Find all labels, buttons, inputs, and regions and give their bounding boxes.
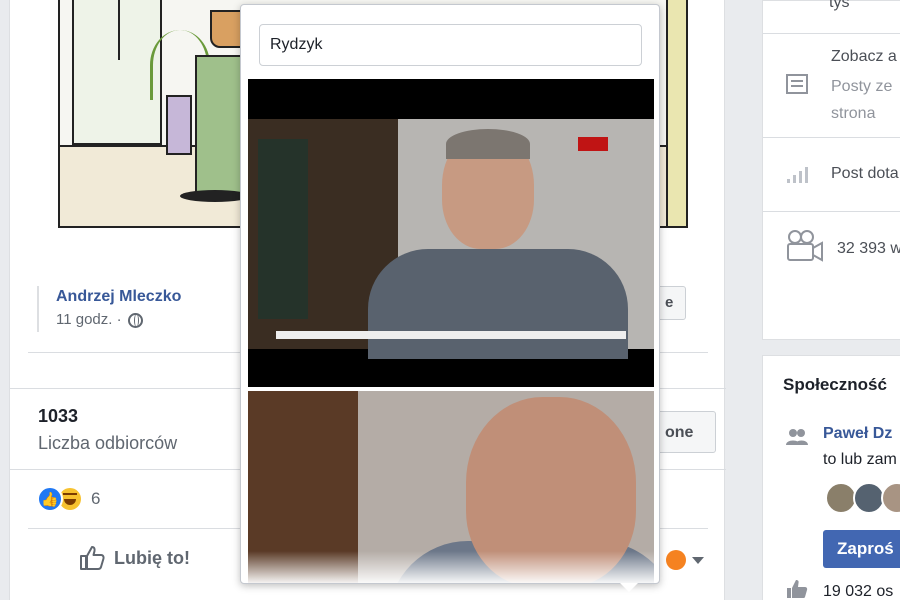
see-all-link[interactable]: Zobacz a	[831, 43, 897, 70]
comic-pedestal	[195, 55, 245, 200]
reaction-selector[interactable]	[666, 550, 704, 570]
comic-door	[72, 0, 162, 145]
like-reaction-icon: 👍	[37, 486, 63, 512]
video-views: 32 393 w	[837, 240, 900, 257]
followers-count: tys	[829, 0, 850, 11]
thumbs-up-icon	[80, 546, 105, 570]
people-icon	[785, 0, 809, 11]
signal-bars-icon	[785, 163, 809, 185]
friend-avatars	[825, 482, 900, 514]
divider	[763, 137, 900, 138]
divider	[763, 211, 900, 212]
post-stats-link[interactable]: Post dota	[831, 160, 899, 187]
posts-line-1: Posty ze	[831, 78, 893, 95]
friend-name-link[interactable]: Paweł Dz	[823, 420, 892, 447]
chevron-down-icon	[692, 556, 704, 564]
profile-dot-icon	[666, 550, 686, 570]
page-likes-count: 19 032 os	[823, 583, 894, 600]
page-info-card: tys Zobacz a Posty ze strona Post dota 3…	[762, 0, 900, 340]
like-button[interactable]: Lubię to!	[78, 544, 190, 572]
reach-label: Liczba odbiorców	[38, 433, 178, 453]
reactions-summary[interactable]: 👍 6	[37, 486, 100, 512]
globe-icon	[127, 312, 143, 328]
divider	[763, 33, 900, 34]
like-count-icon	[785, 578, 809, 600]
posts-icon	[785, 73, 809, 95]
friends-icon	[785, 426, 809, 448]
invite-button[interactable]: Zaproś	[823, 530, 900, 568]
author-name-link[interactable]: Andrzej Mleczko	[56, 286, 181, 308]
video-camera-icon	[785, 229, 825, 263]
gif-search-input[interactable]	[259, 24, 642, 66]
posts-line-2: strona	[831, 105, 876, 122]
tv-logo-icon	[578, 137, 608, 151]
post-time[interactable]: 11 godz. ·	[56, 308, 122, 332]
comic-edge	[666, 0, 686, 226]
avatar[interactable]	[881, 482, 900, 514]
like-button-label: Lubię to!	[114, 547, 190, 568]
comic-vase	[166, 95, 192, 155]
reach-count: 1033	[38, 406, 79, 426]
gif-picker-popup	[240, 4, 660, 584]
shared-post-author: Andrzej Mleczko 11 godz. ·	[37, 286, 181, 332]
reaction-count: 6	[91, 489, 101, 508]
community-heading: Społeczność	[783, 375, 887, 394]
gif-result[interactable]	[248, 391, 654, 583]
popup-arrow	[620, 583, 638, 592]
post-meta: 11 godz. ·	[56, 308, 181, 332]
community-card: Społeczność Paweł Dz to lub zam Zaproś 1…	[762, 355, 900, 600]
gif-result[interactable]	[248, 79, 654, 387]
friend-activity: to lub zam	[823, 451, 897, 468]
